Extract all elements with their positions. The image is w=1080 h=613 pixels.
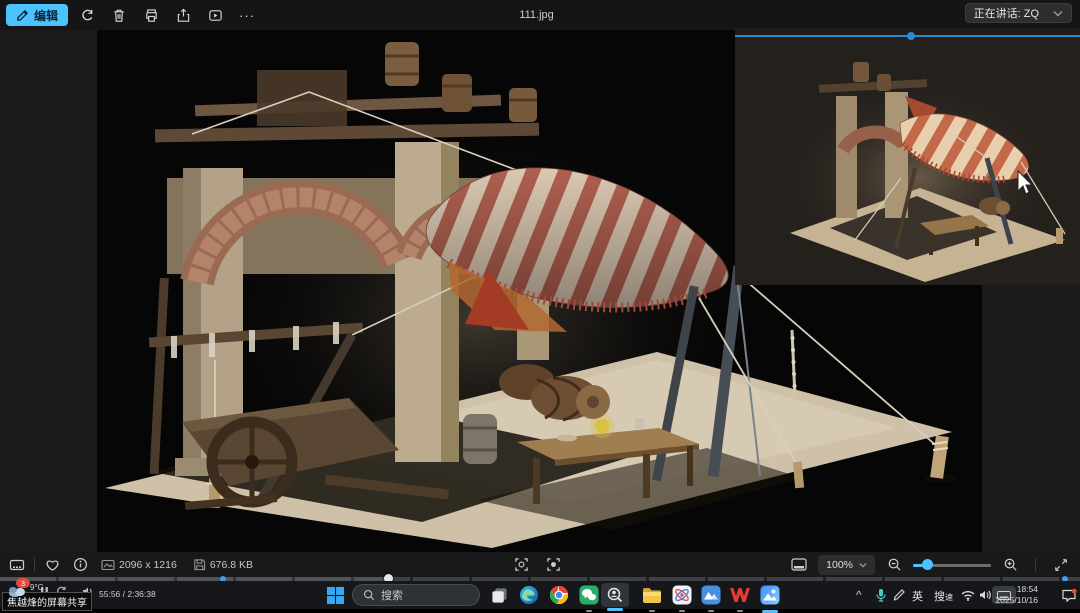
notification-center-button[interactable] bbox=[1056, 585, 1080, 605]
tray-date: 2025/10/16 bbox=[995, 595, 1038, 606]
more-button[interactable]: ··· bbox=[234, 3, 260, 27]
share-button[interactable] bbox=[170, 3, 196, 27]
chevron-down-icon bbox=[859, 562, 867, 568]
fullscreen-button[interactable] bbox=[1050, 556, 1072, 574]
speaking-indicator[interactable]: 正在讲话: ZQ bbox=[965, 3, 1072, 23]
wps-office-button[interactable] bbox=[727, 585, 753, 605]
zoom-slider-knob[interactable] bbox=[922, 559, 933, 570]
zoom-slider[interactable] bbox=[913, 558, 991, 572]
divider bbox=[1035, 558, 1036, 572]
pip-slider-knob[interactable] bbox=[907, 32, 915, 40]
divider bbox=[34, 558, 35, 572]
rotate-button[interactable] bbox=[74, 3, 100, 27]
notification-badge: 3 bbox=[16, 578, 30, 588]
zoom-in-button[interactable] bbox=[999, 556, 1021, 574]
edit-button[interactable]: 编辑 bbox=[6, 4, 68, 26]
file-explorer-button[interactable] bbox=[639, 585, 665, 605]
speaking-label: 正在讲话: ZQ bbox=[974, 5, 1039, 21]
tray-time: 18:54 bbox=[995, 584, 1038, 595]
windows-taskbar: 3 9°C 55:56 / 2:36:38 焦越烽的屏幕共享 搜索 ^ 英 搜速… bbox=[0, 581, 1080, 609]
info-button[interactable] bbox=[69, 556, 91, 574]
ime-language-indicator[interactable]: 英 bbox=[912, 588, 923, 604]
app-atom-button[interactable] bbox=[669, 585, 695, 605]
filmstrip-toggle-button[interactable] bbox=[6, 556, 28, 574]
search-input[interactable]: 搜索 bbox=[352, 584, 480, 606]
favorite-button[interactable] bbox=[41, 556, 63, 574]
file-size: 676.8 KB bbox=[193, 558, 253, 571]
letterbox-icon[interactable] bbox=[788, 556, 810, 574]
page-title: 111.jpg bbox=[519, 0, 553, 30]
playback-time: 55:56 / 2:36:38 bbox=[99, 589, 156, 599]
view-fit-controls bbox=[510, 552, 564, 577]
dimensions-icon bbox=[101, 559, 115, 571]
tray-chevron-up[interactable]: ^ bbox=[856, 588, 862, 602]
edit-label: 编辑 bbox=[34, 7, 58, 24]
tray-clock[interactable]: 18:54 2025/10/16 bbox=[995, 584, 1038, 606]
app-mountains-button[interactable] bbox=[698, 585, 724, 605]
tencent-meeting-button[interactable] bbox=[601, 583, 629, 607]
pencil-icon bbox=[16, 9, 29, 22]
windows-logo-icon bbox=[326, 586, 345, 605]
pip-scene bbox=[735, 38, 1080, 285]
pen-tray-icon[interactable] bbox=[886, 585, 912, 605]
delete-button[interactable] bbox=[106, 3, 132, 27]
image-dimensions: 2096 x 1216 bbox=[101, 559, 177, 571]
search-placeholder: 搜索 bbox=[381, 587, 403, 603]
zoom-controls: 100% bbox=[788, 552, 1072, 577]
actual-size-button[interactable] bbox=[542, 556, 564, 574]
chrome-browser-button[interactable] bbox=[546, 585, 572, 605]
photos-app-button[interactable] bbox=[757, 585, 783, 605]
zoom-out-button[interactable] bbox=[883, 556, 905, 574]
search-icon bbox=[363, 589, 375, 601]
meeting-pip-window[interactable] bbox=[735, 28, 1080, 285]
task-view-button[interactable] bbox=[486, 585, 512, 605]
ime-mode-indicator[interactable]: 搜速 bbox=[934, 588, 953, 604]
wechat-button[interactable] bbox=[576, 585, 602, 605]
save-icon bbox=[193, 558, 206, 571]
zoom-level: 100% bbox=[826, 559, 853, 571]
weather-temp: 9°C bbox=[30, 583, 43, 592]
print-button[interactable] bbox=[138, 3, 164, 27]
slideshow-button[interactable] bbox=[202, 3, 228, 27]
start-button[interactable] bbox=[322, 585, 348, 605]
zoom-to-fit-button[interactable] bbox=[510, 556, 532, 574]
zoom-level-dropdown[interactable]: 100% bbox=[818, 555, 875, 575]
edge-browser-button[interactable] bbox=[516, 585, 542, 605]
chevron-down-icon bbox=[1053, 10, 1063, 17]
